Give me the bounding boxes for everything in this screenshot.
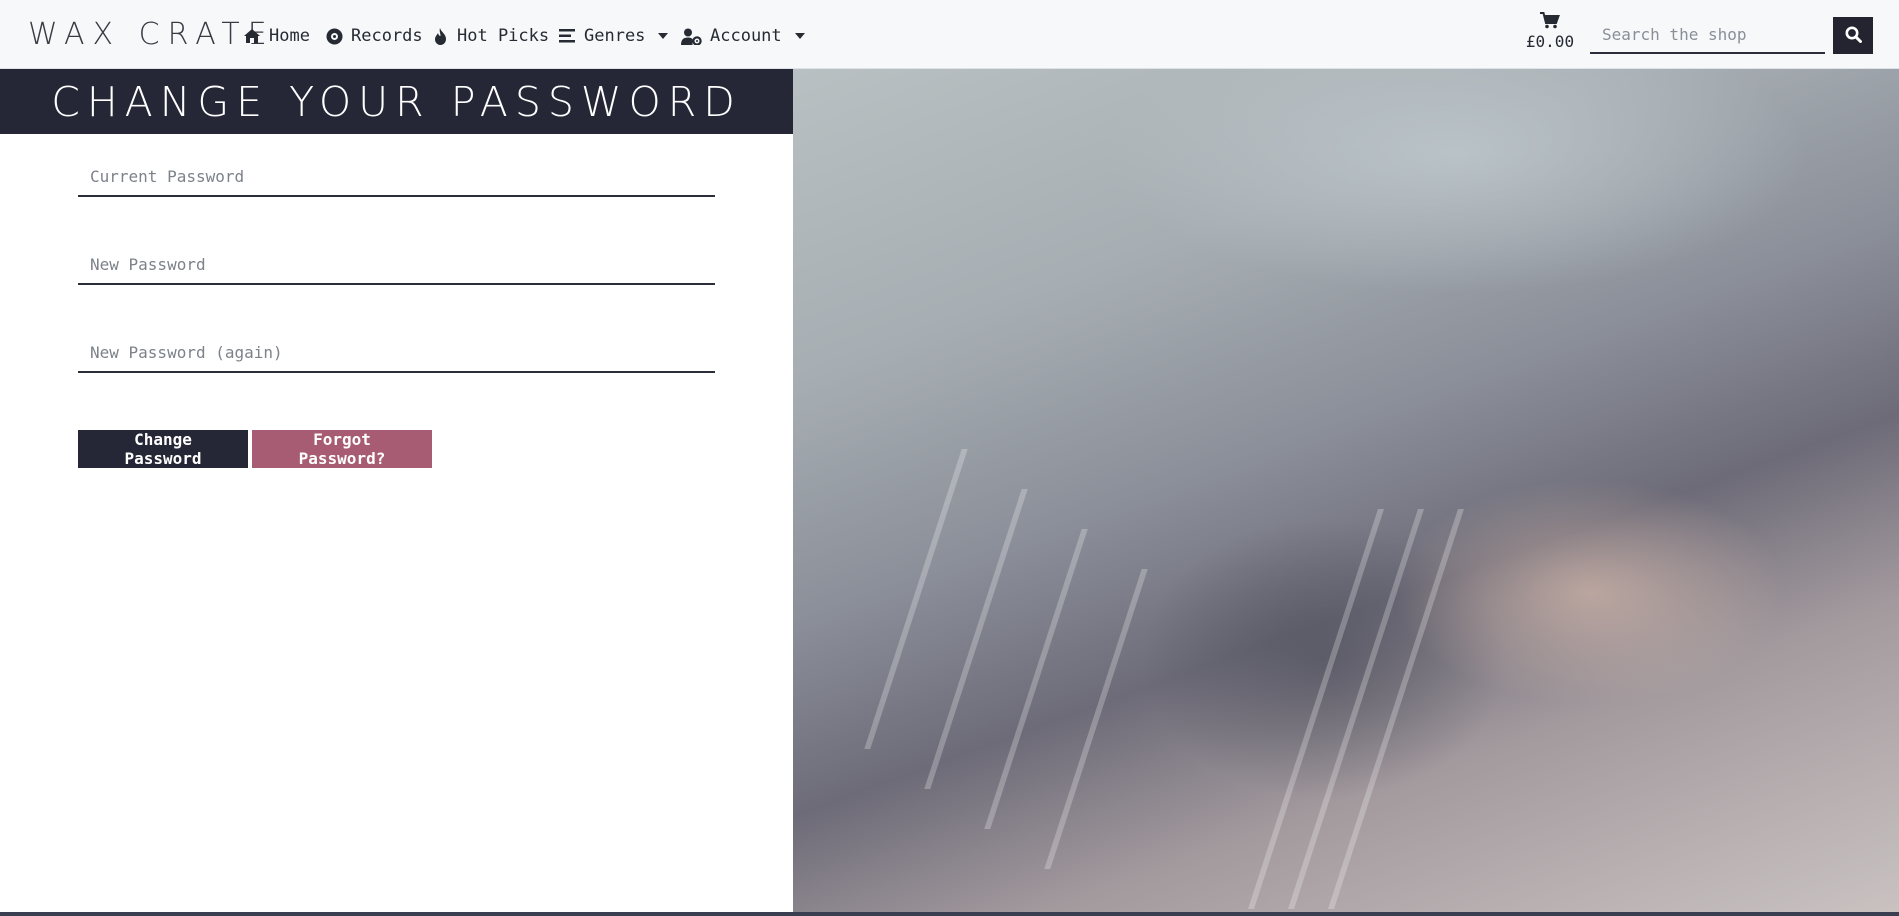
home-icon <box>243 27 261 45</box>
chevron-down-icon <box>794 33 805 39</box>
nav-genres-label: Genres <box>584 26 646 46</box>
nav-home[interactable]: Home <box>243 25 310 47</box>
cart-button[interactable]: £0.00 <box>1524 12 1576 51</box>
brand-logo[interactable]: WAX CRATE <box>28 17 275 52</box>
user-cog-icon <box>680 27 702 45</box>
cart-total: £0.00 <box>1525 32 1575 51</box>
change-password-button[interactable]: Change Password <box>78 430 248 468</box>
navbar: WAX CRATE Home Records Hot Picks Genres … <box>0 0 1899 69</box>
nav-genres-dropdown[interactable]: Genres <box>558 25 669 47</box>
footer-border <box>0 912 1899 916</box>
search-input[interactable] <box>1590 17 1825 54</box>
nav-records[interactable]: Records <box>325 25 423 47</box>
new-password-field[interactable] <box>78 245 715 285</box>
forgot-password-button[interactable]: Forgot Password? <box>252 430 432 468</box>
hero-image-record-crates <box>793 69 1899 912</box>
nav-account-label: Account <box>710 26 782 46</box>
record-icon <box>325 27 343 45</box>
nav-hot-picks-label: Hot Picks <box>457 26 550 46</box>
nav-home-label: Home <box>269 26 310 46</box>
nav-account-dropdown[interactable]: Account <box>680 25 805 47</box>
fire-icon <box>431 27 449 45</box>
new-password-again-field[interactable] <box>78 333 715 373</box>
page-title: CHANGE YOUR PASSWORD <box>51 77 742 126</box>
search-button[interactable] <box>1833 17 1873 54</box>
nav-records-label: Records <box>351 26 423 46</box>
cart-icon <box>1540 12 1560 30</box>
chevron-down-icon <box>658 33 669 39</box>
current-password-field[interactable] <box>78 157 715 197</box>
title-banner: CHANGE YOUR PASSWORD <box>0 69 793 134</box>
nav-hot-picks[interactable]: Hot Picks <box>431 25 549 47</box>
search-icon <box>1845 26 1862 46</box>
list-icon <box>558 27 576 45</box>
